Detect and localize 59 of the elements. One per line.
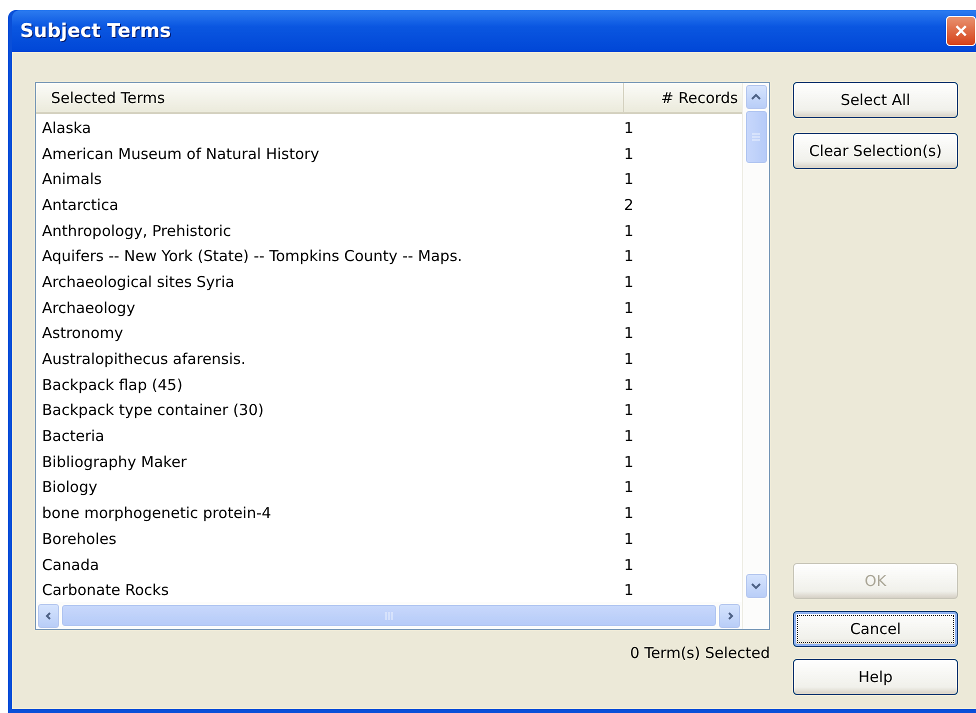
term-cell[interactable]: Alaska xyxy=(36,118,624,137)
records-cell-text: 1 xyxy=(624,427,635,446)
window-title: Subject Terms xyxy=(20,20,171,42)
term-cell[interactable]: Canada xyxy=(36,556,624,574)
bottom-button[interactable]: Cancel xyxy=(793,611,958,647)
chevron-left-icon xyxy=(44,612,54,620)
records-cell-text: 1 xyxy=(624,118,635,137)
term-cell[interactable]: Astronomy xyxy=(36,324,624,342)
records-cell-text: 1 xyxy=(624,272,635,291)
records-cell-text: 1 xyxy=(624,298,635,317)
bottom-button[interactable]: Help xyxy=(793,659,958,695)
chevron-down-icon xyxy=(751,582,761,590)
selection-status: 0 Term(s) Selected xyxy=(630,644,770,662)
chevron-up-icon xyxy=(751,93,761,101)
scroll-left-button[interactable] xyxy=(38,604,59,628)
records-cell-text: 1 xyxy=(624,478,635,496)
scroll-thumb[interactable] xyxy=(746,111,766,163)
term-cell[interactable]: Backpack flap (45) xyxy=(36,376,624,394)
records-cell-text: 1 xyxy=(624,222,635,240)
grip-icon xyxy=(385,612,393,620)
term-cell[interactable]: Biology xyxy=(36,478,624,496)
grip-icon xyxy=(752,133,760,141)
records-cell-text: 1 xyxy=(624,324,635,342)
term-cell[interactable]: Backpack type container (30) xyxy=(36,401,624,420)
term-cell[interactable]: Boreholes xyxy=(36,530,624,548)
term-cell[interactable]: Carbonate Rocks xyxy=(36,581,624,600)
term-cell[interactable]: bone morphogenetic protein-4 xyxy=(36,504,624,522)
scroll-right-button[interactable] xyxy=(719,604,740,628)
records-cell-text: 1 xyxy=(624,581,635,600)
term-cell[interactable]: Archaeology xyxy=(36,298,624,317)
column-header[interactable]: # Records xyxy=(624,83,742,112)
vertical-scrollbar[interactable] xyxy=(742,83,769,629)
column-header[interactable]: Selected Terms xyxy=(36,83,624,112)
records-cell-text: 1 xyxy=(624,504,635,522)
records-cell-text: 1 xyxy=(624,350,635,368)
term-cell[interactable]: Bibliography Maker xyxy=(36,452,624,471)
records-cell-text: 1 xyxy=(624,556,635,574)
records-cell-text: 2 xyxy=(624,196,635,214)
scroll-thumb[interactable] xyxy=(62,605,716,626)
top-button[interactable]: Clear Selection(s) xyxy=(793,133,958,169)
term-cell[interactable]: Archaeological sites Syria xyxy=(36,272,624,291)
records-cell-text: 1 xyxy=(624,170,635,188)
records-cell-text: 1 xyxy=(624,401,635,420)
scroll-down-button[interactable] xyxy=(746,574,766,598)
records-cell-text: 1 xyxy=(624,376,635,394)
records-cell-text: 1 xyxy=(624,530,635,548)
term-cell[interactable]: Animals xyxy=(36,170,624,188)
term-cell[interactable]: Australopithecus afarensis. xyxy=(36,350,624,368)
top-button[interactable]: Select All xyxy=(793,82,958,118)
scroll-up-button[interactable] xyxy=(746,85,766,109)
term-cell[interactable]: Anthropology, Prehistoric xyxy=(36,222,624,240)
term-cell[interactable]: Antarctica xyxy=(36,196,624,214)
term-cell[interactable]: Aquifers -- New York (State) -- Tompkins County -- Maps. xyxy=(36,247,624,266)
term-cell[interactable]: American Museum of Natural History xyxy=(36,144,624,163)
records-cell-text: 1 xyxy=(624,452,635,471)
records-cell-text: 1 xyxy=(624,144,635,163)
horizontal-scrollbar[interactable] xyxy=(36,602,742,629)
term-cell[interactable]: Bacteria xyxy=(36,427,624,446)
records-cell-text: 1 xyxy=(624,247,635,266)
